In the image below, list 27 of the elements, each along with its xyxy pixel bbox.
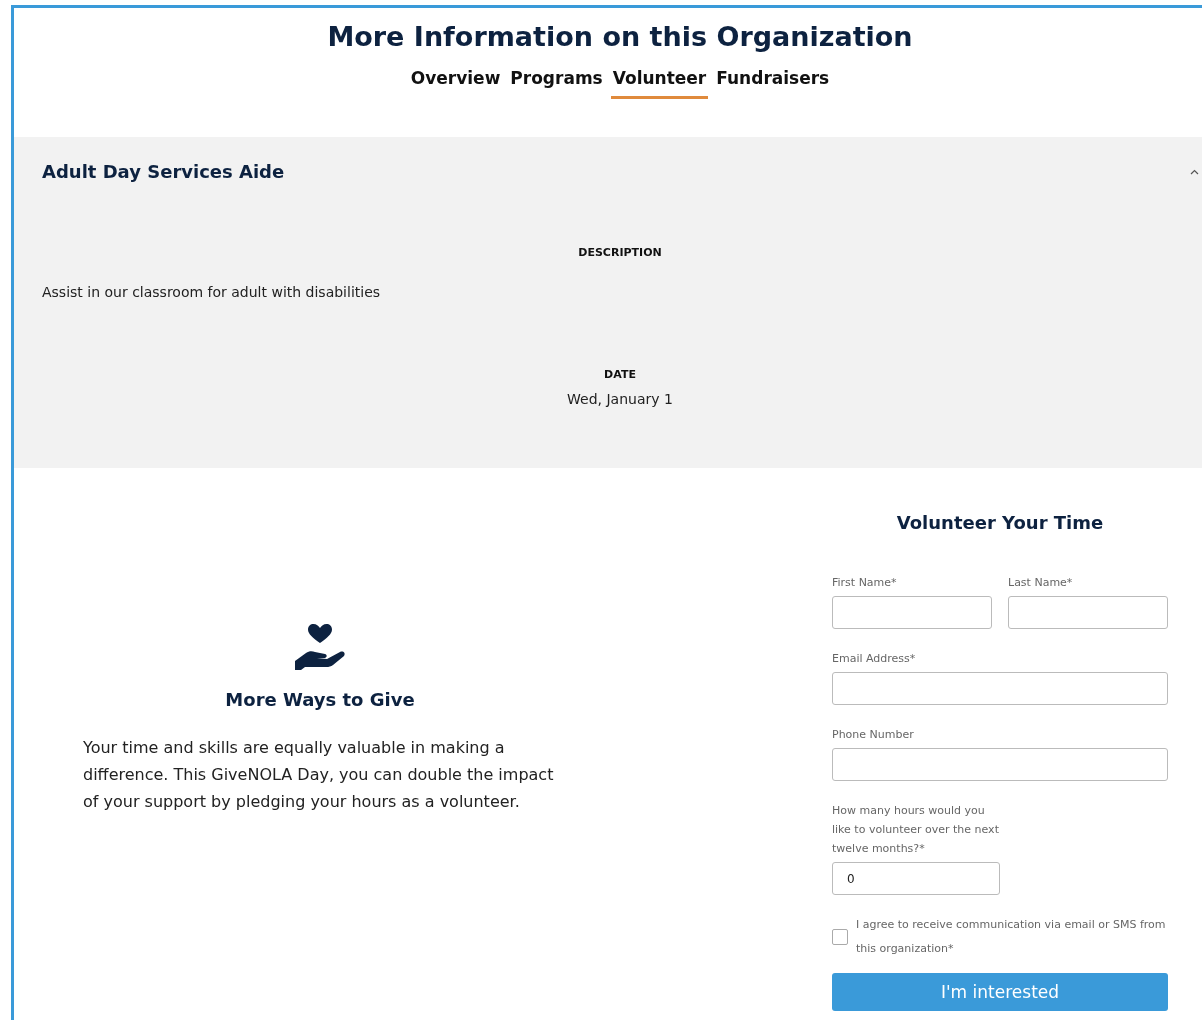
checkbox[interactable] — [832, 929, 848, 945]
tab[interactable]: Volunteer — [610, 66, 709, 99]
date-text: Wed, January 1 — [567, 391, 673, 407]
field-label: First Name* — [832, 575, 898, 591]
tab[interactable]: Overview — [408, 66, 503, 99]
form-title: Volunteer Your Time — [895, 512, 1105, 533]
date-label: DATE — [604, 368, 636, 381]
section-heading: More Ways to Give — [225, 689, 415, 710]
chevron-up-icon[interactable] — [1190, 168, 1199, 175]
tab[interactable]: Fundraisers — [714, 66, 832, 99]
heart-in-hand-icon — [293, 623, 347, 671]
field-label: Email Address* — [832, 651, 917, 667]
tab[interactable]: Programs — [508, 66, 605, 99]
field-label: Phone Number — [832, 727, 915, 743]
opportunity-title: Adult Day Services Aide — [42, 161, 285, 182]
body-text: Your time and skills are equally valuable in making a difference. This GiveNOLA Day, you can double the impact of your support by pledging your hours as a volunteer. — [83, 737, 555, 813]
input-field[interactable]: 0 — [832, 862, 1000, 895]
field-label: Last Name* — [1008, 575, 1074, 591]
page-title: More Information on this Organization — [326, 20, 914, 54]
description-text: Assist in our classroom for adult with disabilities — [42, 284, 382, 300]
consent-label: I agree to receive communication via email or SMS from this organization* — [856, 917, 1166, 957]
description-label: DESCRIPTION — [578, 246, 662, 259]
input-field[interactable] — [832, 748, 1168, 781]
input-field[interactable] — [832, 672, 1168, 705]
input-field[interactable] — [832, 596, 992, 629]
field-label: How many hours would you like to volunteer over the next twelve months?* — [832, 803, 1000, 857]
input-field[interactable] — [1008, 596, 1168, 629]
